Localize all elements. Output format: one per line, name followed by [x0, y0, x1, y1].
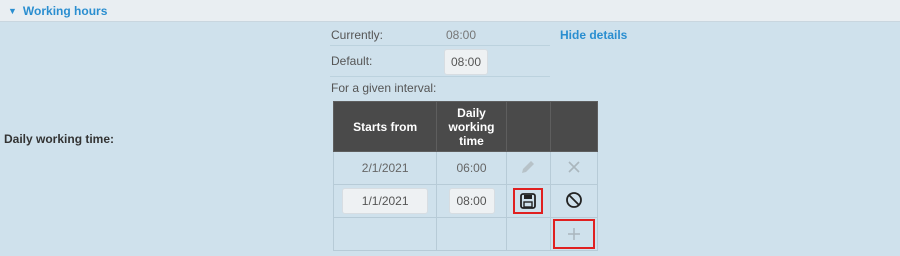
col-header-edit — [505, 101, 552, 152]
interval-label: For a given interval: — [331, 81, 437, 95]
caret-down-icon: ▼ — [8, 5, 17, 16]
default-label: Default: — [331, 54, 373, 68]
pencil-icon[interactable] — [520, 159, 536, 175]
interval-table: Starts from Daily working time 2/1/2021 … — [332, 101, 598, 251]
col-header-delete — [550, 101, 598, 152]
start-date-input[interactable]: 1/1/2021 — [342, 188, 429, 214]
divider — [330, 76, 550, 77]
plus-icon[interactable] — [553, 219, 596, 249]
hours-input[interactable]: 08:00 — [448, 188, 495, 214]
table-row — [332, 217, 598, 251]
currently-label: Currently: — [331, 28, 384, 42]
floppy-disk-icon[interactable] — [513, 188, 544, 214]
section-title: Working hours — [22, 3, 108, 18]
default-hours-field[interactable]: 08:00 — [444, 49, 488, 75]
hours-cell: 06:00 — [436, 151, 507, 185]
close-icon[interactable] — [568, 160, 580, 173]
section-header: ▼ Working hours — [0, 0, 900, 22]
table-row: 2/1/2021 06:00 — [332, 151, 598, 185]
table-row: 1/1/2021 08:00 — [332, 184, 598, 218]
cancel-circle-icon[interactable] — [565, 191, 583, 209]
start-date-cell: 2/1/2021 — [332, 151, 438, 185]
hide-details-link[interactable]: Hide details — [560, 28, 627, 42]
col-header-daily-working-time: Daily working time — [436, 101, 507, 152]
row-label: Daily working time: — [4, 132, 115, 146]
section-toggle[interactable]: ▼ Working hours — [0, 4, 107, 18]
col-header-daily-working-time-label: Daily working time — [448, 105, 495, 148]
col-header-starts-from: Starts from — [332, 101, 438, 152]
currently-value: 08:00 — [446, 28, 477, 42]
divider — [330, 45, 550, 46]
